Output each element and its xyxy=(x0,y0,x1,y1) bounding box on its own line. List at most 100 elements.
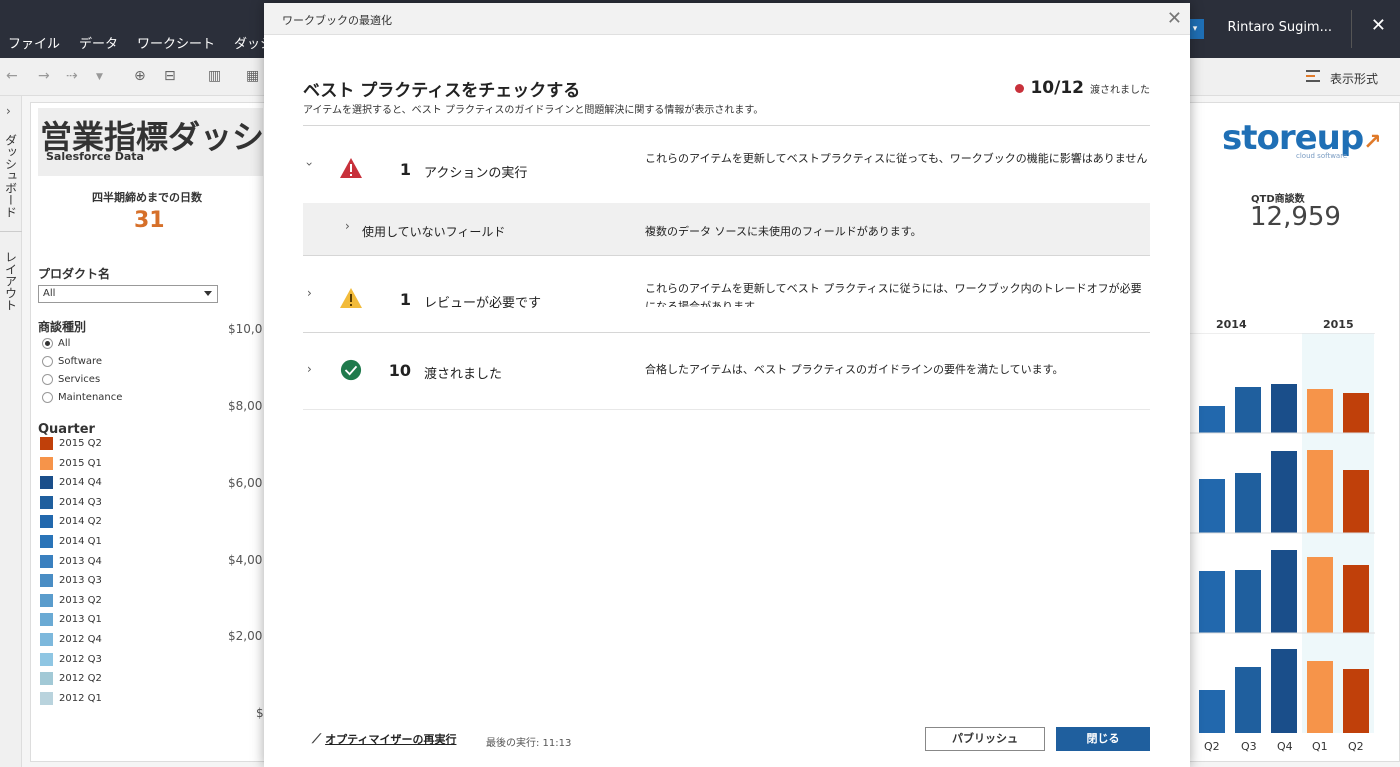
status-dot-icon xyxy=(1015,84,1025,93)
legend-item[interactable]: 2015 Q2 xyxy=(40,437,102,450)
legend-item[interactable]: 2014 Q1 xyxy=(40,535,102,548)
chart-bar[interactable] xyxy=(1199,479,1225,533)
datasource-icon[interactable]: ⊟ xyxy=(164,68,176,84)
main-menu: ファイル データ ワークシート ダッシ xyxy=(8,33,292,52)
legend-item[interactable]: 2014 Q4 xyxy=(40,476,102,490)
chart-bar[interactable] xyxy=(1271,451,1297,533)
close-button[interactable]: 閉じる xyxy=(1056,727,1150,751)
legend-item[interactable]: 2012 Q1 xyxy=(40,691,102,705)
deal-type-radio-services[interactable]: Services xyxy=(42,374,100,385)
chart-bar[interactable] xyxy=(1343,669,1369,733)
back-icon[interactable]: ← xyxy=(6,68,18,84)
legend-swatch xyxy=(40,613,53,627)
user-name[interactable]: Rintaro Sugim... xyxy=(1227,20,1332,35)
new-sheet-icon[interactable]: ▥ xyxy=(208,68,221,84)
q-tick: Q3 xyxy=(1241,740,1257,753)
new-datasource-icon[interactable]: ⊕ xyxy=(134,68,146,84)
chevron-down-icon[interactable]: ▼ xyxy=(96,72,103,82)
chart-bar[interactable] xyxy=(1343,565,1369,633)
dashboard-subtitle: Salesforce Data xyxy=(46,150,144,163)
legend-label: 2013 Q3 xyxy=(59,575,102,587)
publish-button[interactable]: パブリッシュ xyxy=(925,727,1045,751)
tab-divider xyxy=(0,231,22,232)
legend-label: 2014 Q3 xyxy=(59,496,102,508)
year-label-2015: 2015 xyxy=(1323,318,1354,331)
legend-item[interactable]: 2014 Q3 xyxy=(40,495,102,509)
legend-swatch xyxy=(40,691,53,705)
chevron-right-icon[interactable]: › xyxy=(307,286,312,300)
y-tick: $10,0 xyxy=(228,322,263,336)
new-dashboard-icon[interactable]: ▦ xyxy=(246,68,259,84)
best-practice-subheading: アイテムを選択すると、ベスト プラクティスのガイドラインと問題解決に関する情報が… xyxy=(303,105,764,116)
legend-swatch xyxy=(40,495,53,509)
y-tick: $8,00 xyxy=(228,399,263,413)
subrow-unused-fields[interactable]: › 使用していないフィールド 複数のデータ ソースに未使用のフィールドがあります… xyxy=(303,203,1150,255)
q-tick: Q2 xyxy=(1204,740,1220,753)
legend-swatch xyxy=(40,515,53,529)
row-passed[interactable]: › 10 渡されました 合格したアイテムは、ベスト プラクティスのガイドラインの… xyxy=(303,349,1150,389)
radio-icon xyxy=(42,374,53,385)
legend-item[interactable]: 2013 Q1 xyxy=(40,613,102,627)
deal-type-radio-maintenance[interactable]: Maintenance xyxy=(42,392,122,403)
row-description: 合格したアイテムは、ベスト プラクティスのガイドラインの要件を満たしています。 xyxy=(645,363,1064,376)
score-value: 10/12 xyxy=(1030,78,1084,98)
chart-bar[interactable] xyxy=(1199,406,1225,433)
tab-layout[interactable]: レイアウト xyxy=(0,241,22,321)
legend-item[interactable]: 2012 Q4 xyxy=(40,633,102,646)
legend-item[interactable]: 2012 Q3 xyxy=(40,652,102,666)
radio-label: All xyxy=(58,338,71,349)
chart-bar[interactable] xyxy=(1307,389,1333,433)
chart-bar[interactable] xyxy=(1271,649,1297,733)
quarter-legend-title: Quarter xyxy=(38,422,95,437)
legend-swatch xyxy=(40,574,53,588)
chart-bar[interactable] xyxy=(1343,393,1369,433)
deal-type-radio-software[interactable]: Software xyxy=(42,356,102,367)
menu-file[interactable]: ファイル xyxy=(8,33,60,52)
divider xyxy=(303,255,1150,256)
forward-icon[interactable]: → xyxy=(38,68,50,84)
close-editor-icon[interactable]: ✕ xyxy=(1371,15,1386,36)
tab-dashboard[interactable]: ダッシュボード xyxy=(0,126,22,226)
chart-bar[interactable] xyxy=(1199,690,1225,733)
chart-bar[interactable] xyxy=(1343,470,1369,533)
legend-item[interactable]: 2013 Q2 xyxy=(40,593,102,607)
radio-selected-icon xyxy=(42,338,53,349)
chart-bar[interactable] xyxy=(1307,557,1333,633)
row-needs-review[interactable]: › 1 レビューが必要です これらのアイテムを更新してベスト プラクティスに従う… xyxy=(303,273,1150,313)
legend-item[interactable]: 2012 Q2 xyxy=(40,672,102,686)
close-icon[interactable]: ✕ xyxy=(1167,8,1182,29)
side-tabs: › ダッシュボード レイアウト xyxy=(0,96,22,767)
chevron-down-icon[interactable]: › xyxy=(302,162,316,167)
chart-bar[interactable] xyxy=(1307,661,1333,733)
redo-icon[interactable]: ⇢ xyxy=(66,68,78,84)
chart-bar[interactable] xyxy=(1235,473,1261,533)
row-description: これらのアイテムを更新してベスト プラクティスに従うには、ワークブック内のトレー… xyxy=(645,282,1142,307)
menu-data[interactable]: データ xyxy=(79,33,118,52)
format-icon[interactable] xyxy=(1306,70,1320,84)
legend-label: 2014 Q4 xyxy=(59,477,102,489)
legend-item[interactable]: 2013 Q4 xyxy=(40,554,102,568)
legend-item[interactable]: 2013 Q3 xyxy=(40,574,102,588)
chart-bar[interactable] xyxy=(1307,450,1333,533)
chart-bar[interactable] xyxy=(1271,384,1297,433)
menu-worksheet[interactable]: ワークシート xyxy=(137,33,215,52)
row-take-action[interactable]: › 1 アクションの実行 これらのアイテムを更新してベストプラクティスに従っても… xyxy=(302,143,1150,183)
rerun-optimizer-link[interactable]: ⟋ オプティマイザーの再実行 xyxy=(312,731,456,747)
product-filter-select[interactable]: All xyxy=(38,285,218,303)
chevron-right-icon[interactable]: › xyxy=(345,219,350,233)
chart-bar[interactable] xyxy=(1235,667,1261,733)
legend-item[interactable]: 2014 Q2 xyxy=(40,515,102,529)
format-button[interactable]: 表示形式 xyxy=(1330,70,1378,87)
legend-item[interactable]: 2015 Q1 xyxy=(40,456,102,470)
logo-subtext: cloud software xyxy=(1296,152,1348,160)
chevron-right-icon[interactable]: › xyxy=(6,104,11,118)
y-tick: $4,00 xyxy=(228,553,263,567)
deal-type-label: 商談種別 xyxy=(38,320,87,334)
chart-bar[interactable] xyxy=(1235,387,1261,433)
chevron-right-icon[interactable]: › xyxy=(307,362,312,376)
chart-bar[interactable] xyxy=(1235,570,1261,633)
deal-type-radio-all[interactable]: All xyxy=(42,338,70,349)
chart-bar[interactable] xyxy=(1199,571,1225,633)
chart-bar[interactable] xyxy=(1271,550,1297,633)
row-name: 渡されました xyxy=(424,367,503,382)
